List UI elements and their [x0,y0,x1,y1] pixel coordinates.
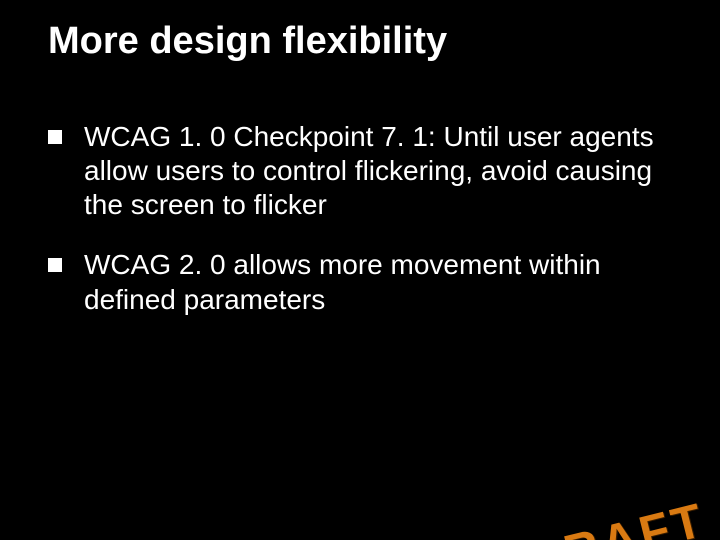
bullet-text: WCAG 1. 0 Checkpoint 7. 1: Until user ag… [84,121,654,220]
square-bullet-icon [48,130,62,144]
slide-body: WCAG 1. 0 Checkpoint 7. 1: Until user ag… [48,120,696,343]
bullet-text: WCAG 2. 0 allows more movement within de… [84,249,601,314]
bullet-list: WCAG 1. 0 Checkpoint 7. 1: Until user ag… [48,120,696,317]
list-item: WCAG 1. 0 Checkpoint 7. 1: Until user ag… [48,120,696,222]
list-item: WCAG 2. 0 allows more movement within de… [48,248,696,316]
square-bullet-icon [48,258,62,272]
draft-watermark: DRAFT [521,493,712,540]
slide: More design flexibility WCAG 1. 0 Checkp… [0,0,720,540]
slide-title: More design flexibility [48,20,680,63]
